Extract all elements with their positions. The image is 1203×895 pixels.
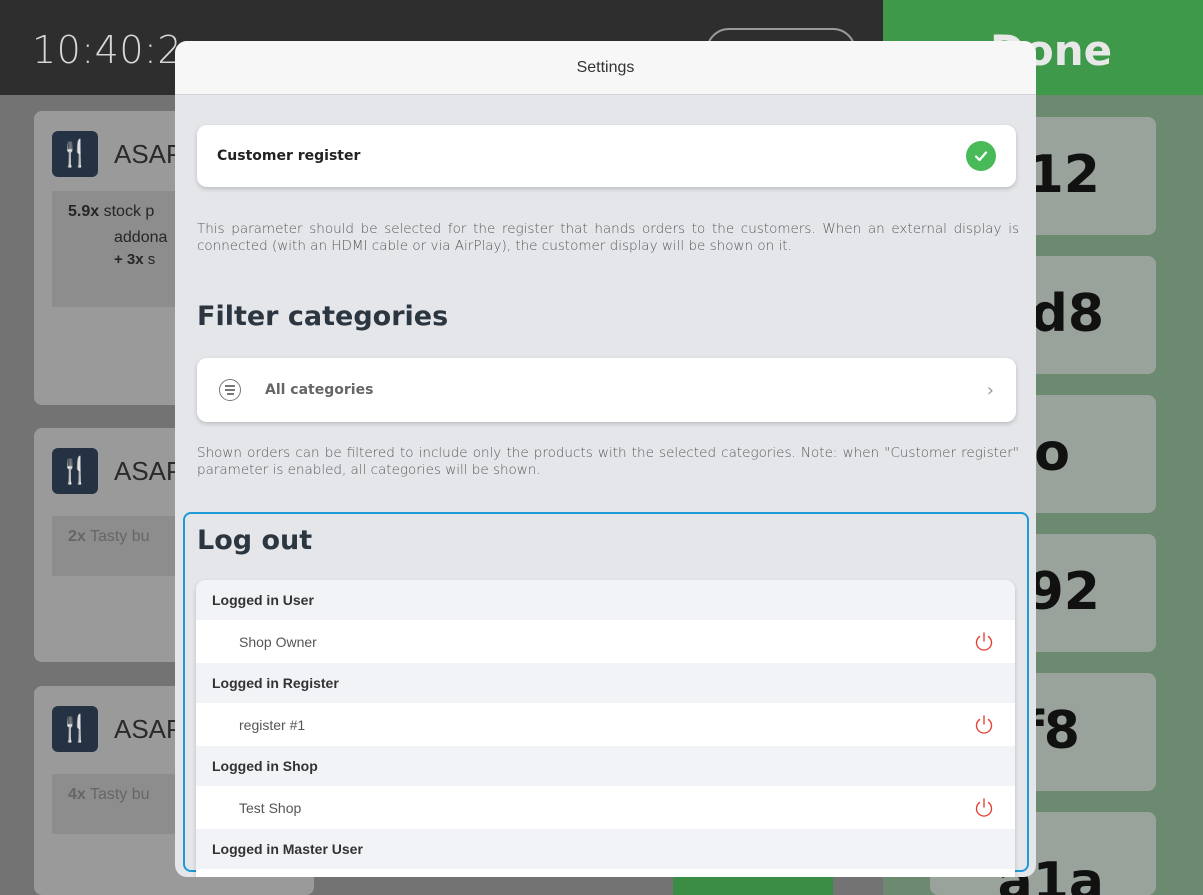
order-header: 🍴 ASAP (52, 131, 183, 177)
group-header: Logged in Master User (196, 829, 1015, 869)
settings-modal: Settings Customer register This paramete… (175, 41, 1036, 877)
item-qty: 2x (68, 528, 86, 545)
item-name: Tasty bu (89, 528, 150, 545)
cutlery-icon: 🍴 (52, 706, 98, 752)
addon-name: s (147, 251, 156, 268)
cutlery-icon: 🍴 (52, 448, 98, 494)
group-header: Logged in Shop (196, 746, 1015, 786)
clock: 10:40:2 (32, 28, 182, 72)
filter-categories-title: Filter categories (197, 301, 449, 332)
order-badge: ASAP (114, 713, 184, 744)
order-header: 🍴 ASAP (52, 448, 183, 494)
power-icon[interactable] (973, 797, 995, 819)
logout-list: Logged in User Shop Owner Logged in Regi… (196, 580, 1015, 877)
group-header: Logged in Register (196, 663, 1015, 703)
category-value: All categories (265, 382, 374, 398)
list-icon (219, 379, 241, 401)
logout-row-label: Test Shop (239, 799, 302, 816)
customer-register-toggle[interactable]: Customer register (197, 125, 1016, 187)
cutlery-icon: 🍴 (52, 131, 98, 177)
power-icon[interactable] (973, 714, 995, 736)
logout-row-label: Shop Owner (239, 633, 317, 650)
group-header: Logged in User (196, 580, 1015, 620)
logout-row-label: register #1 (239, 716, 306, 733)
item-qty: 5.9x (68, 203, 100, 220)
order-badge: ASAP (114, 138, 184, 169)
ticket-number: 92 (1027, 562, 1100, 622)
modal-header: Settings (175, 41, 1036, 95)
order-badge: ASAP (114, 455, 184, 486)
logout-row[interactable]: Test Shop (196, 786, 1015, 829)
logout-row[interactable]: Shop Owner (196, 620, 1015, 663)
item-name: stock p (103, 203, 155, 220)
ticket-number: 12 (1027, 145, 1100, 205)
chevron-right-icon: › (986, 379, 994, 401)
logout-row[interactable]: register #1 (196, 703, 1015, 746)
ticket-number: d8 (1030, 284, 1104, 344)
modal-title: Settings (576, 58, 635, 76)
item-qty: 4x (68, 786, 86, 803)
filter-categories-help: Shown orders can be filtered to include … (197, 445, 1019, 478)
category-selector[interactable]: All categories › (197, 358, 1016, 422)
logout-title: Log out (197, 525, 313, 556)
item-name: Tasty bu (89, 786, 150, 803)
power-icon[interactable] (973, 631, 995, 653)
checkmark-icon (966, 141, 996, 171)
customer-register-help: This parameter should be selected for th… (197, 221, 1019, 254)
order-header: 🍴 ASAP (52, 706, 183, 752)
addon-qty: + 3x (114, 251, 144, 268)
customer-register-label: Customer register (217, 148, 361, 164)
